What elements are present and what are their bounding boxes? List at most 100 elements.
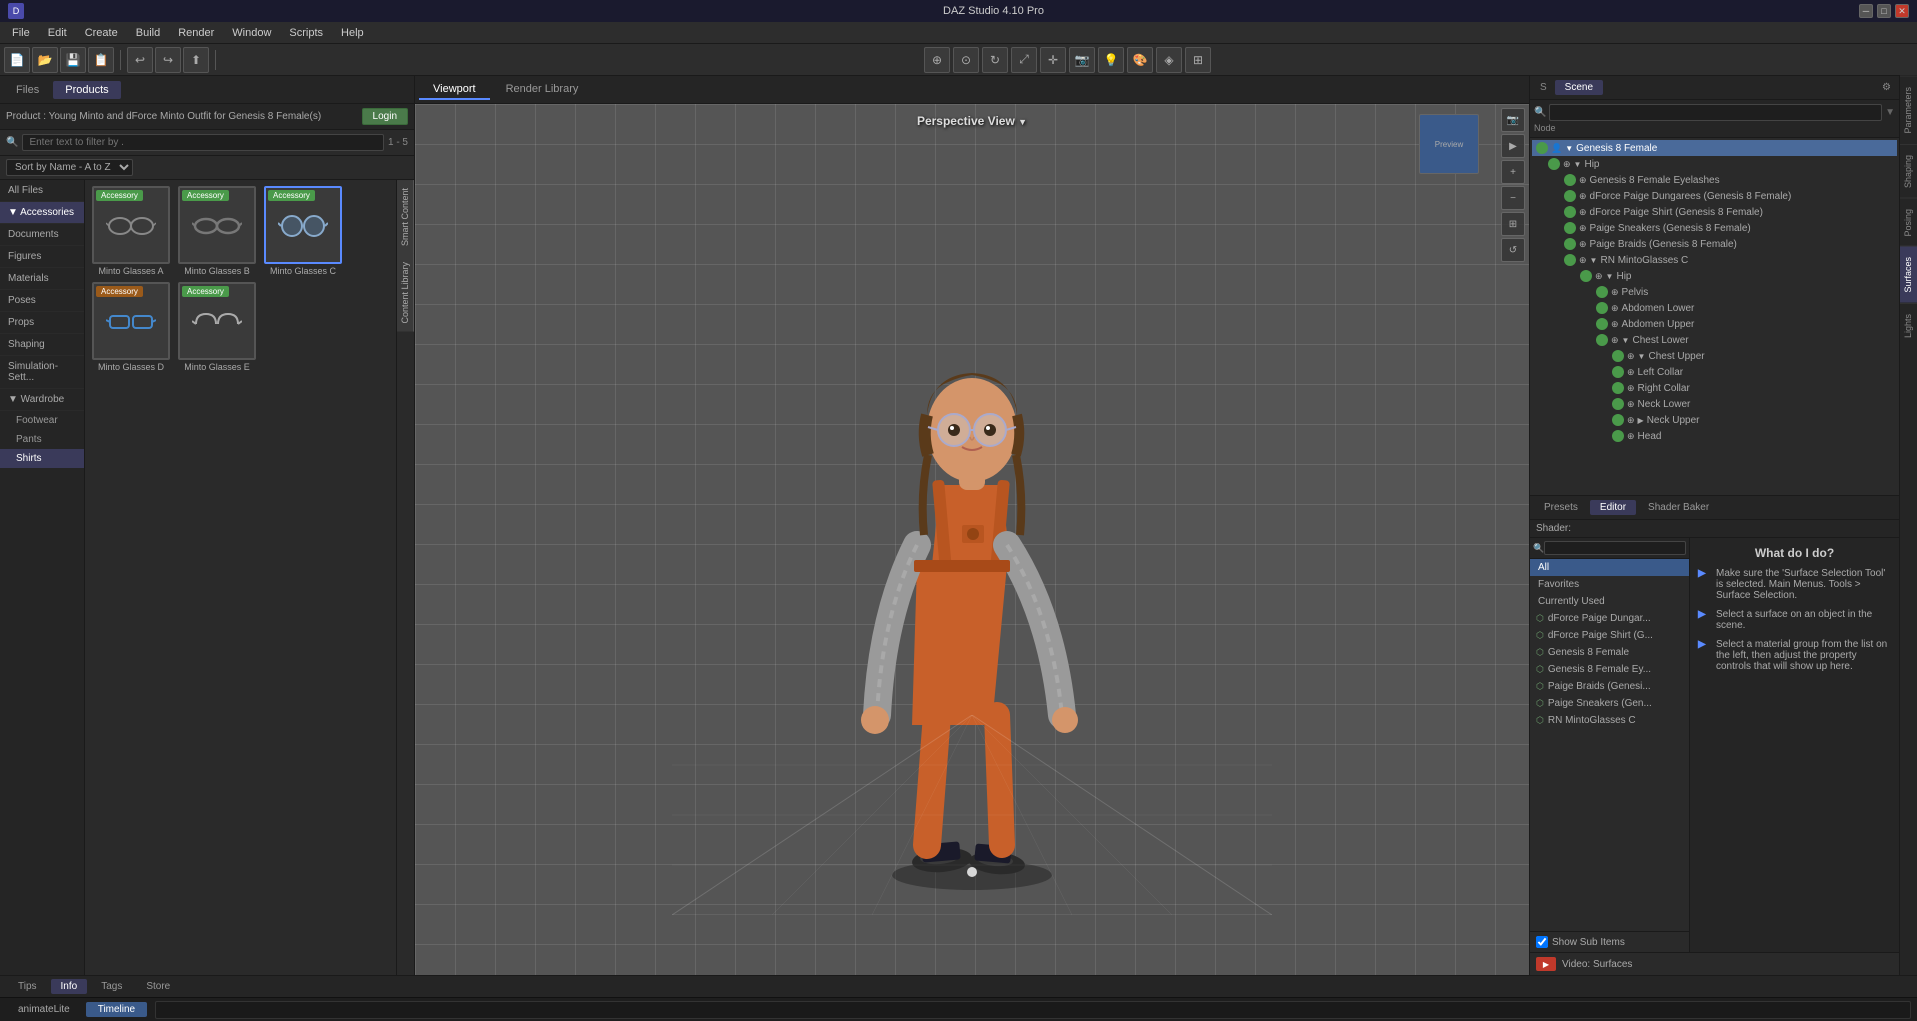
footer-tab-timeline[interactable]: Timeline bbox=[86, 1002, 147, 1017]
shader-item-dungarees[interactable]: ⬡ dForce Paige Dungar... bbox=[1530, 610, 1689, 627]
eye-sneakers[interactable] bbox=[1564, 222, 1576, 234]
tree-braids[interactable]: ⊕ Paige Braids (Genesis 8 Female) bbox=[1532, 236, 1897, 252]
cat-pants[interactable]: Pants bbox=[0, 430, 84, 449]
tool-morph[interactable]: ◈ bbox=[1156, 47, 1182, 73]
menu-create[interactable]: Create bbox=[77, 25, 126, 41]
scene-search-input[interactable] bbox=[1549, 104, 1882, 121]
product-card-glasses-d[interactable]: Accessory Minto Glasses D bbox=[91, 282, 171, 372]
undo-button[interactable]: ↩ bbox=[127, 47, 153, 73]
cat-documents[interactable]: Documents bbox=[0, 224, 84, 246]
cat-poses[interactable]: Poses bbox=[0, 290, 84, 312]
eye-head[interactable] bbox=[1612, 430, 1624, 442]
save-as-button[interactable]: 📋 bbox=[88, 47, 114, 73]
tool-scale[interactable]: ⤢ bbox=[1011, 47, 1037, 73]
sort-dropdown[interactable]: Sort by Name - A to Z Sort by Name - Z t… bbox=[6, 159, 133, 176]
new-button[interactable]: 📄 bbox=[4, 47, 30, 73]
eye-chest-upper[interactable] bbox=[1612, 350, 1624, 362]
bottom-tab-info[interactable]: Info bbox=[51, 979, 88, 994]
viewport-content[interactable]: Perspective View ▼ 📷 ▶ + − ⊞ ↺ Preview bbox=[415, 104, 1529, 975]
bottom-tab-tags[interactable]: Tags bbox=[91, 979, 132, 994]
product-card-glasses-c[interactable]: Accessory Minto Glasses C bbox=[263, 186, 343, 276]
tree-chest-lower[interactable]: ⊕ ▼ Chest Lower bbox=[1532, 332, 1897, 348]
minimize-button[interactable]: ─ bbox=[1859, 4, 1873, 18]
tree-right-collar[interactable]: ⊕ Right Collar bbox=[1532, 380, 1897, 396]
shader-item-shirt[interactable]: ⬡ dForce Paige Shirt (G... bbox=[1530, 627, 1689, 644]
tree-neck-upper[interactable]: ⊕ ▶ Neck Upper bbox=[1532, 412, 1897, 428]
eye-glasses-c[interactable] bbox=[1564, 254, 1576, 266]
tab-scene[interactable]: Scene bbox=[1555, 80, 1603, 95]
tree-hip[interactable]: ⊕ ▼ Hip bbox=[1532, 156, 1897, 172]
scene-options-btn[interactable]: ⚙ bbox=[1878, 80, 1895, 95]
tree-chest-upper[interactable]: ⊕ ▼ Chest Upper bbox=[1532, 348, 1897, 364]
tree-abdomen-upper[interactable]: ⊕ Abdomen Upper bbox=[1532, 316, 1897, 332]
tab-presets[interactable]: Presets bbox=[1534, 500, 1588, 515]
tree-head[interactable]: ⊕ Head bbox=[1532, 428, 1897, 444]
cat-materials[interactable]: Materials bbox=[0, 268, 84, 290]
product-card-glasses-b[interactable]: Accessory Minto Glasses B bbox=[177, 186, 257, 276]
menu-scripts[interactable]: Scripts bbox=[281, 25, 331, 41]
search-input[interactable] bbox=[22, 134, 384, 151]
shader-cat-currently-used[interactable]: Currently Used bbox=[1530, 593, 1689, 610]
eye-hip[interactable] bbox=[1548, 158, 1560, 170]
shader-filter-input[interactable] bbox=[1544, 541, 1686, 555]
eye-abdomen-lower[interactable] bbox=[1596, 302, 1608, 314]
side-tab-parameters[interactable]: Parameters bbox=[1900, 76, 1917, 144]
vp-fit-btn[interactable]: ⊞ bbox=[1501, 212, 1525, 236]
cat-shaping[interactable]: Shaping bbox=[0, 334, 84, 356]
maximize-button[interactable]: □ bbox=[1877, 4, 1891, 18]
eye-abdomen-upper[interactable] bbox=[1596, 318, 1608, 330]
tool-select[interactable]: ⊕ bbox=[924, 47, 950, 73]
vp-zoom-out-btn[interactable]: − bbox=[1501, 186, 1525, 210]
vp-zoom-in-btn[interactable]: + bbox=[1501, 160, 1525, 184]
export-button[interactable]: ⬆ bbox=[183, 47, 209, 73]
eye-eyelashes[interactable] bbox=[1564, 174, 1576, 186]
vp-camera-btn[interactable]: 📷 bbox=[1501, 108, 1525, 132]
tree-left-collar[interactable]: ⊕ Left Collar bbox=[1532, 364, 1897, 380]
eye-genesis8f[interactable] bbox=[1536, 142, 1548, 154]
menu-build[interactable]: Build bbox=[128, 25, 168, 41]
product-card-glasses-a[interactable]: Accessory Minto Glasses A bbox=[91, 186, 171, 276]
shader-cat-all[interactable]: All bbox=[1530, 559, 1689, 576]
shader-item-genesis8f[interactable]: ⬡ Genesis 8 Female bbox=[1530, 644, 1689, 661]
side-tab-shaping[interactable]: Shaping bbox=[1900, 144, 1917, 198]
scene-search-options[interactable]: ▼ bbox=[1885, 107, 1895, 118]
tab-editor[interactable]: Editor bbox=[1590, 500, 1636, 515]
cat-simulation[interactable]: Simulation-Sett... bbox=[0, 356, 84, 389]
tree-glasses-c[interactable]: ⊕ ▼ RN MintoGlasses C bbox=[1532, 252, 1897, 268]
shader-item-braids[interactable]: ⬡ Paige Braids (Genesi... bbox=[1530, 678, 1689, 695]
tool-bone[interactable]: ⊞ bbox=[1185, 47, 1211, 73]
tab-render-library[interactable]: Render Library bbox=[492, 80, 593, 100]
eye-dungarees[interactable] bbox=[1564, 190, 1576, 202]
shader-item-rn-glasses[interactable]: ⬡ RN MintoGlasses C bbox=[1530, 712, 1689, 729]
tab-shader-baker[interactable]: Shader Baker bbox=[1638, 500, 1719, 515]
tree-abdomen-lower[interactable]: ⊕ Abdomen Lower bbox=[1532, 300, 1897, 316]
side-tab-posing[interactable]: Posing bbox=[1900, 198, 1917, 247]
eye-neck-upper[interactable] bbox=[1612, 414, 1624, 426]
eye-neck-lower[interactable] bbox=[1612, 398, 1624, 410]
cat-shirts[interactable]: Shirts bbox=[0, 449, 84, 468]
menu-help[interactable]: Help bbox=[333, 25, 372, 41]
save-button[interactable]: 💾 bbox=[60, 47, 86, 73]
tab-viewport[interactable]: Viewport bbox=[419, 80, 490, 100]
eye-right-collar[interactable] bbox=[1612, 382, 1624, 394]
cat-figures[interactable]: Figures bbox=[0, 246, 84, 268]
tree-neck-lower[interactable]: ⊕ Neck Lower bbox=[1532, 396, 1897, 412]
show-sub-items-checkbox[interactable] bbox=[1536, 936, 1548, 948]
tree-genesis8f[interactable]: 👤 ▼ Genesis 8 Female bbox=[1532, 140, 1897, 156]
tree-shirt[interactable]: ⊕ dForce Paige Shirt (Genesis 8 Female) bbox=[1532, 204, 1897, 220]
tool-surface[interactable]: 🎨 bbox=[1127, 47, 1153, 73]
side-tab-surfaces[interactable]: Surfaces bbox=[1900, 246, 1917, 303]
tree-sneakers[interactable]: ⊕ Paige Sneakers (Genesis 8 Female) bbox=[1532, 220, 1897, 236]
side-tab-lights[interactable]: Lights bbox=[1900, 303, 1917, 348]
tab-products[interactable]: Products bbox=[53, 81, 120, 99]
shader-item-eyelashes[interactable]: ⬡ Genesis 8 Female Ey... bbox=[1530, 661, 1689, 678]
shader-cat-favorites[interactable]: Favorites bbox=[1530, 576, 1689, 593]
cat-props[interactable]: Props bbox=[0, 312, 84, 334]
tree-eyelashes[interactable]: ⊕ Genesis 8 Female Eyelashes bbox=[1532, 172, 1897, 188]
tree-pelvis[interactable]: ⊕ Pelvis bbox=[1532, 284, 1897, 300]
tool-rotate[interactable]: ↻ bbox=[982, 47, 1008, 73]
eye-chest-lower[interactable] bbox=[1596, 334, 1608, 346]
bottom-tab-store[interactable]: Store bbox=[136, 979, 180, 994]
menu-edit[interactable]: Edit bbox=[40, 25, 75, 41]
eye-hip-inner[interactable] bbox=[1580, 270, 1592, 282]
